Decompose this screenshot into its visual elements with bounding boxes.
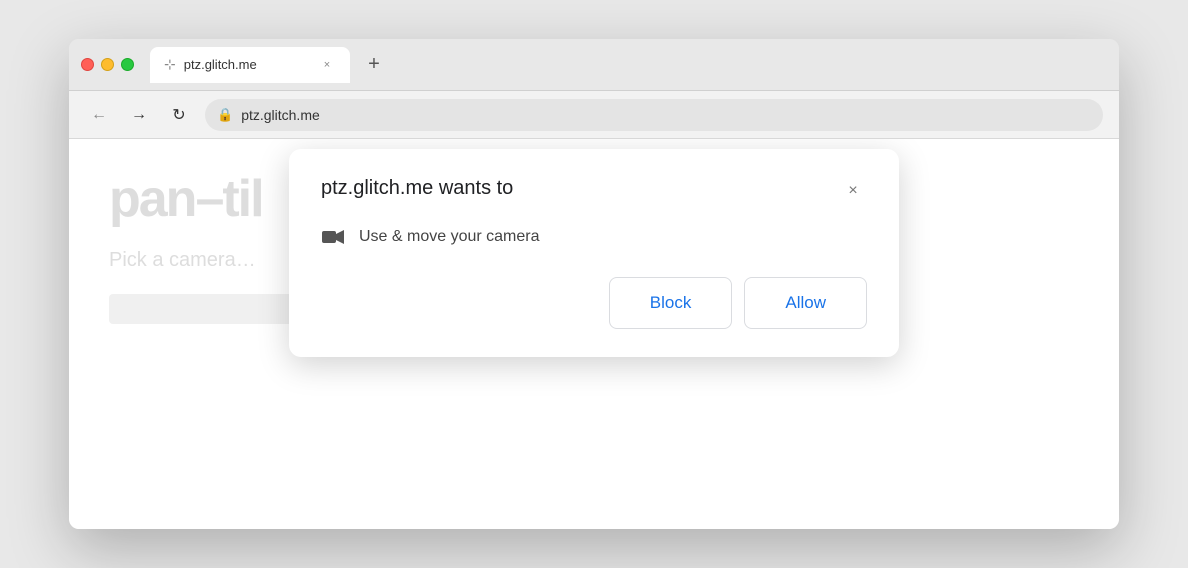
nav-bar: ← → ↻ 🔒 ptz.glitch.me [69,91,1119,139]
block-button[interactable]: Block [609,277,733,329]
tab-close-button[interactable]: × [318,56,336,74]
address-text: ptz.glitch.me [241,107,320,123]
minimize-button[interactable] [101,58,114,71]
page-bg-heading: pan–til [109,169,263,229]
page-bg-subtext: Pick a camera… [109,249,256,272]
dialog-header: ptz.glitch.me wants to × [321,177,867,205]
new-tab-button[interactable]: + [358,49,390,81]
camera-icon [321,225,345,249]
back-button[interactable]: ← [85,101,113,129]
tab-title: ptz.glitch.me [184,57,310,72]
permission-text: Use & move your camera [359,228,540,246]
page-content: pan–til Pick a camera… ptz.glitch.me wan… [69,139,1119,529]
tab-move-icon: ⊹ [164,56,176,73]
address-bar[interactable]: 🔒 ptz.glitch.me [205,99,1103,131]
dialog-permission-row: Use & move your camera [321,225,867,249]
browser-window: ⊹ ptz.glitch.me × + ← → ↻ 🔒 ptz.glitch.m… [69,39,1119,529]
lock-icon: 🔒 [217,107,233,123]
browser-tab[interactable]: ⊹ ptz.glitch.me × [150,47,350,83]
dialog-title: ptz.glitch.me wants to [321,177,513,200]
close-button[interactable] [81,58,94,71]
allow-button[interactable]: Allow [744,277,867,329]
page-bg-input [109,294,309,324]
traffic-lights [81,58,134,71]
forward-button[interactable]: → [125,101,153,129]
permission-dialog: ptz.glitch.me wants to × Use & move your… [289,149,899,357]
dialog-actions: Block Allow [321,277,867,329]
maximize-button[interactable] [121,58,134,71]
dialog-close-button[interactable]: × [839,177,867,205]
title-bar: ⊹ ptz.glitch.me × + [69,39,1119,91]
reload-button[interactable]: ↻ [165,101,193,129]
